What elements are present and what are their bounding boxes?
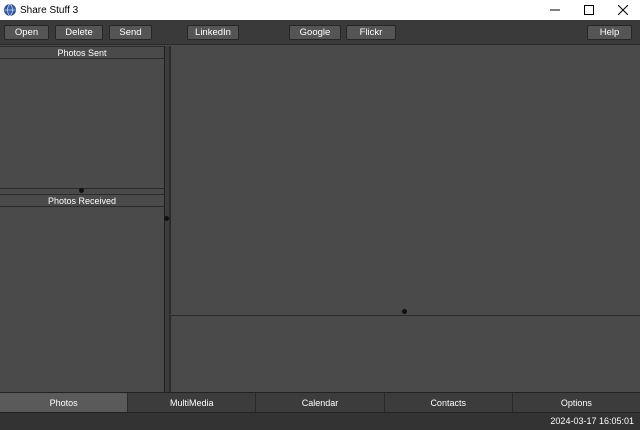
minimize-button[interactable] bbox=[538, 0, 572, 20]
tab-options[interactable]: Options bbox=[513, 393, 640, 412]
toolbar: Open Delete Send LinkedIn Google Flickr … bbox=[0, 20, 640, 45]
left-panel: Photos Sent Photos Received bbox=[0, 46, 165, 392]
maximize-icon bbox=[584, 5, 594, 15]
linkedin-button[interactable]: LinkedIn bbox=[187, 25, 239, 40]
send-button[interactable]: Send bbox=[109, 25, 152, 40]
bottom-tabbar: Photos MultiMedia Calendar Contacts Opti… bbox=[0, 392, 640, 412]
photos-received-header: Photos Received bbox=[0, 194, 164, 207]
vertical-splitter-handle[interactable] bbox=[164, 216, 169, 221]
window-titlebar[interactable]: Share Stuff 3 bbox=[0, 0, 640, 20]
left-splitter-handle[interactable] bbox=[79, 188, 84, 193]
photos-sent-header: Photos Sent bbox=[0, 46, 164, 59]
open-button[interactable]: Open bbox=[4, 25, 49, 40]
minimize-icon bbox=[550, 9, 560, 11]
maximize-button[interactable] bbox=[572, 0, 606, 20]
tab-contacts[interactable]: Contacts bbox=[385, 393, 513, 412]
photos-received-list[interactable] bbox=[0, 207, 164, 392]
help-button[interactable]: Help bbox=[587, 25, 632, 40]
photos-sent-list[interactable] bbox=[0, 59, 164, 188]
close-icon bbox=[618, 5, 628, 15]
google-button[interactable]: Google bbox=[289, 25, 341, 40]
main-splitter-handle[interactable] bbox=[402, 309, 407, 314]
status-timestamp: 2024-03-17 16:05:01 bbox=[550, 416, 634, 426]
flickr-button[interactable]: Flickr bbox=[346, 25, 396, 40]
tab-photos[interactable]: Photos bbox=[0, 393, 129, 412]
globe-icon bbox=[4, 4, 16, 16]
window-controls bbox=[538, 0, 640, 20]
close-button[interactable] bbox=[606, 0, 640, 20]
status-bar: 2024-03-17 16:05:01 bbox=[0, 412, 640, 430]
photo-preview-area[interactable] bbox=[170, 46, 640, 314]
tab-multimedia[interactable]: MultiMedia bbox=[128, 393, 257, 412]
photo-details-area[interactable] bbox=[170, 316, 640, 392]
tab-calendar[interactable]: Calendar bbox=[256, 393, 385, 412]
window-title: Share Stuff 3 bbox=[20, 4, 79, 16]
delete-button[interactable]: Delete bbox=[55, 25, 103, 40]
